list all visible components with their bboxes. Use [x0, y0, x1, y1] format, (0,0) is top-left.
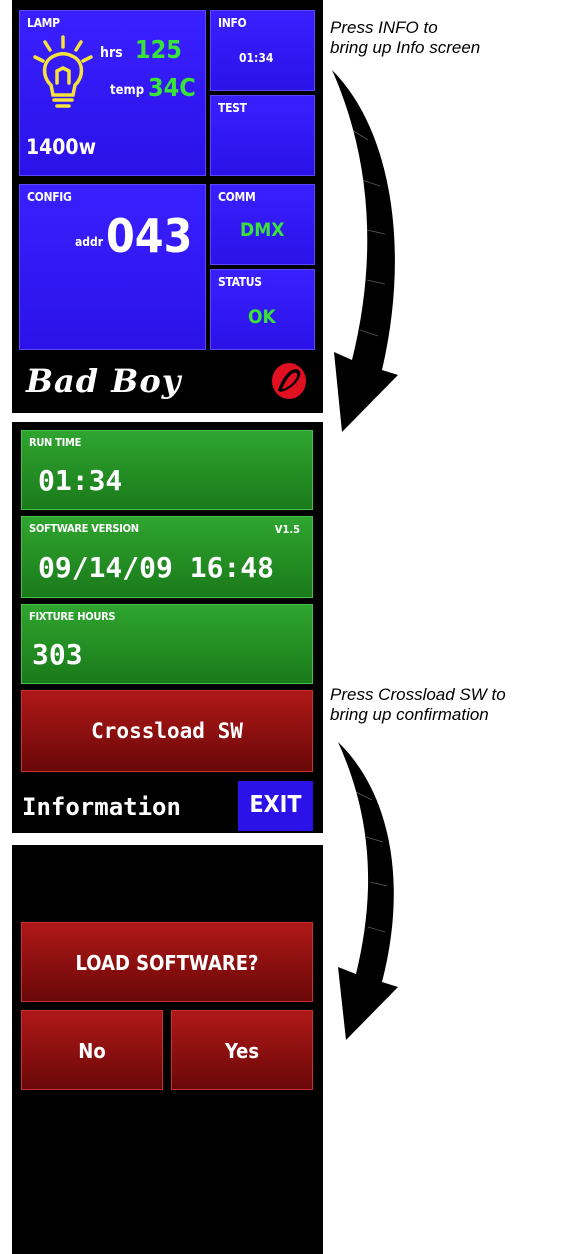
software-version-label: SOFTWARE VERSION: [29, 522, 139, 535]
annotation-crossload: Press Crossload SW to bring up confirmat…: [330, 685, 506, 725]
comm-value: DMX: [240, 219, 285, 241]
lamp-tile[interactable]: LAMP hrs 125 temp 34C 1400w: [19, 10, 206, 176]
brand-logo-icon: [266, 360, 310, 406]
status-label: STATUS: [218, 275, 262, 289]
run-time-label: RUN TIME: [29, 436, 82, 449]
comm-label: COMM: [218, 190, 256, 204]
yes-label: Yes: [224, 1039, 260, 1063]
run-time-value: 01:34: [38, 464, 123, 497]
confirm-screen: LOAD SOFTWARE? No Yes: [12, 845, 323, 1254]
load-software-label: LOAD SOFTWARE?: [75, 951, 259, 975]
annotation-crossload-line1: Press Crossload SW to: [330, 685, 506, 704]
config-tile[interactable]: CONFIG addr 043: [19, 184, 206, 350]
fixture-hours-panel: FIXTURE HOURS 303: [21, 604, 313, 684]
brand-logo-text: Bad Boy: [26, 362, 182, 400]
yes-button[interactable]: Yes: [171, 1010, 313, 1090]
temp-label: temp: [110, 83, 145, 98]
temp-value: 34C: [148, 73, 196, 102]
exit-button[interactable]: EXIT: [238, 781, 313, 831]
screen-title: Information: [22, 793, 181, 821]
hrs-value: 125: [135, 35, 182, 64]
status-tile[interactable]: STATUS OK: [210, 269, 315, 350]
software-date-value: 09/14/09 16:48: [38, 551, 275, 584]
wattage-value: 1400w: [26, 135, 97, 159]
main-screen: LAMP hrs 125 temp 34C 1400w INFO 01:34 T…: [12, 0, 323, 413]
annotation-info-line2: bring up Info screen: [330, 38, 481, 57]
test-button[interactable]: TEST: [210, 95, 315, 176]
addr-value: 043: [106, 209, 193, 263]
annotation-info-line1: Press INFO to: [330, 18, 438, 37]
curved-arrow-icon-2: [338, 742, 398, 1040]
comm-tile[interactable]: COMM DMX: [210, 184, 315, 265]
fixture-hours-value: 303: [32, 638, 83, 671]
test-label: TEST: [218, 101, 247, 115]
status-value: OK: [248, 306, 276, 328]
addr-label: addr: [75, 235, 104, 249]
annotation-crossload-line2: bring up confirmation: [330, 705, 489, 724]
hrs-label: hrs: [100, 45, 123, 61]
info-label: INFO: [218, 16, 247, 30]
annotation-info: Press INFO to bring up Info screen: [330, 18, 480, 58]
load-software-prompt: LOAD SOFTWARE?: [21, 922, 313, 1002]
no-button[interactable]: No: [21, 1010, 163, 1090]
config-label: CONFIG: [27, 190, 72, 204]
crossload-sw-button[interactable]: Crossload SW: [21, 690, 313, 772]
run-time-panel: RUN TIME 01:34: [21, 430, 313, 510]
curved-arrow-icon: [332, 70, 398, 432]
lightbulb-icon: [32, 33, 94, 115]
software-version-panel: SOFTWARE VERSION V1.5 09/14/09 16:48: [21, 516, 313, 598]
software-version-number: V1.5: [274, 523, 300, 536]
info-screen: RUN TIME 01:34 SOFTWARE VERSION V1.5 09/…: [12, 422, 323, 833]
lamp-label: LAMP: [27, 16, 60, 30]
info-button[interactable]: INFO 01:34: [210, 10, 315, 91]
fixture-hours-label: FIXTURE HOURS: [29, 610, 116, 623]
crossload-sw-label: Crossload SW: [91, 719, 243, 743]
info-runtime-value: 01:34: [239, 51, 274, 65]
no-label: No: [78, 1039, 106, 1063]
exit-label: EXIT: [249, 792, 302, 818]
